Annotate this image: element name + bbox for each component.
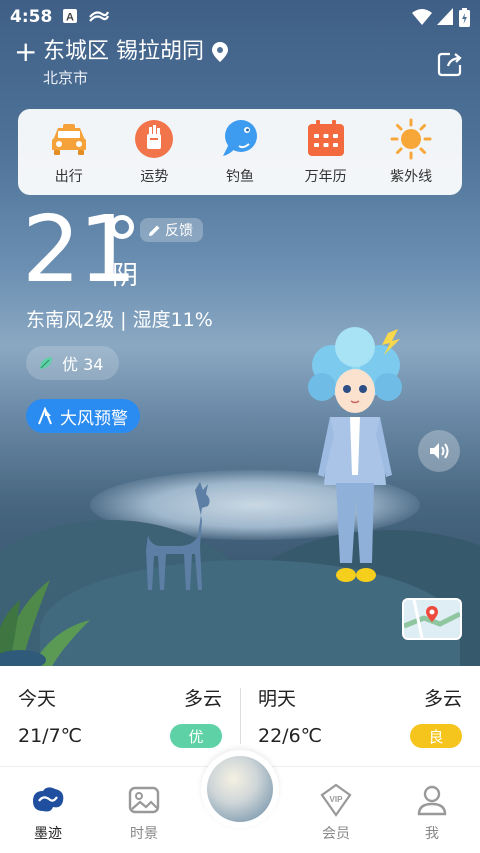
character-illustration [308, 327, 402, 582]
fish-icon [222, 120, 257, 156]
car-icon [51, 124, 86, 155]
vip-icon: VIP [320, 783, 352, 817]
forecast-tomorrow[interactable]: 明天 多云 22/6℃ 良 [240, 666, 480, 766]
moji-icon [33, 787, 64, 812]
tab-moji[interactable]: 墨迹 [8, 783, 88, 843]
feedback-label: 反馈 [165, 223, 193, 239]
location-pin-icon [212, 42, 228, 62]
current-condition: 阴 [112, 261, 139, 291]
forecast-temp: 22/6℃ [258, 725, 323, 747]
tab-photo[interactable]: 时景 [104, 783, 184, 843]
wifi-icon [412, 9, 432, 25]
forecast-aqi-badge: 优 [170, 724, 222, 748]
shortcut-fortune[interactable]: 运势 [115, 118, 193, 186]
pencil-icon [149, 225, 160, 236]
voice-broadcast-button[interactable] [418, 430, 460, 472]
tab-label: 我 [425, 826, 439, 842]
forecast-day: 明天 [258, 688, 297, 710]
forecast-temp: 21/7℃ [18, 725, 83, 747]
center-scene-button[interactable] [201, 750, 279, 828]
weather-scene [0, 0, 480, 666]
svg-text:VIP: VIP [330, 795, 344, 804]
shortcut-label: 紫外线 [390, 169, 433, 185]
shortcut-card: 出行 运势 钓鱼 万年历 紫外线 [18, 109, 462, 195]
location-title[interactable]: 东城区 锡拉胡同 [43, 38, 204, 66]
warning-flag-icon [38, 407, 52, 425]
shortcut-calendar[interactable]: 万年历 [287, 118, 365, 186]
forecast-condition: 多云 [183, 688, 222, 710]
tab-label: 会员 [322, 826, 350, 842]
notification-a-icon: A [63, 9, 77, 24]
app-notification-icon [89, 11, 110, 22]
photo-icon [128, 786, 160, 814]
map-icon [404, 600, 460, 638]
status-bar: 4:58 A [0, 0, 480, 34]
speaker-icon [430, 443, 449, 459]
signal-icon [437, 8, 453, 25]
forecast-condition: 多云 [423, 688, 462, 710]
tab-label: 墨迹 [34, 826, 62, 842]
forecast-aqi-badge: 良 [410, 724, 462, 748]
tab-profile[interactable]: 我 [392, 783, 472, 843]
scene-thumbnail [207, 756, 273, 822]
shortcut-label: 运势 [140, 169, 169, 185]
status-time: 4:58 [10, 7, 53, 27]
share-icon[interactable] [436, 50, 464, 78]
calendar-icon [307, 120, 344, 156]
deer-illustration [146, 482, 210, 590]
weather-map-button[interactable] [402, 598, 462, 640]
shortcut-fishing[interactable]: 钓鱼 [201, 118, 279, 186]
aqi-label: 优 34 [62, 355, 104, 374]
add-city-button[interactable]: + [14, 38, 37, 66]
fortune-icon [135, 120, 174, 158]
shortcut-uv[interactable]: 紫外线 [372, 118, 450, 186]
shortcut-label: 出行 [54, 169, 83, 185]
forecast-today[interactable]: 今天 多云 21/7℃ 优 [0, 666, 240, 766]
tab-label: 时景 [130, 826, 158, 842]
aqi-pill[interactable]: 优 34 [26, 346, 120, 380]
tab-vip[interactable]: VIP 会员 [296, 783, 376, 843]
battery-icon [459, 8, 470, 27]
profile-icon [417, 785, 447, 816]
leaf-icon [40, 357, 52, 369]
shortcut-label: 万年历 [304, 169, 347, 185]
weather-alert-button[interactable]: 大风预警 [26, 399, 140, 433]
plant-illustration [0, 580, 90, 666]
location-city: 北京市 [43, 69, 89, 87]
shortcut-label: 钓鱼 [225, 169, 254, 185]
sun-icon [390, 118, 432, 160]
forecast-day: 今天 [18, 688, 57, 710]
svg-text:A: A [66, 12, 74, 24]
wind-humidity: 东南风2级 | 湿度11% [26, 309, 213, 331]
alert-label: 大风预警 [60, 408, 128, 429]
degree-symbol [110, 215, 134, 239]
shortcut-travel[interactable]: 出行 [30, 118, 108, 186]
feedback-button[interactable]: 反馈 [140, 218, 203, 242]
